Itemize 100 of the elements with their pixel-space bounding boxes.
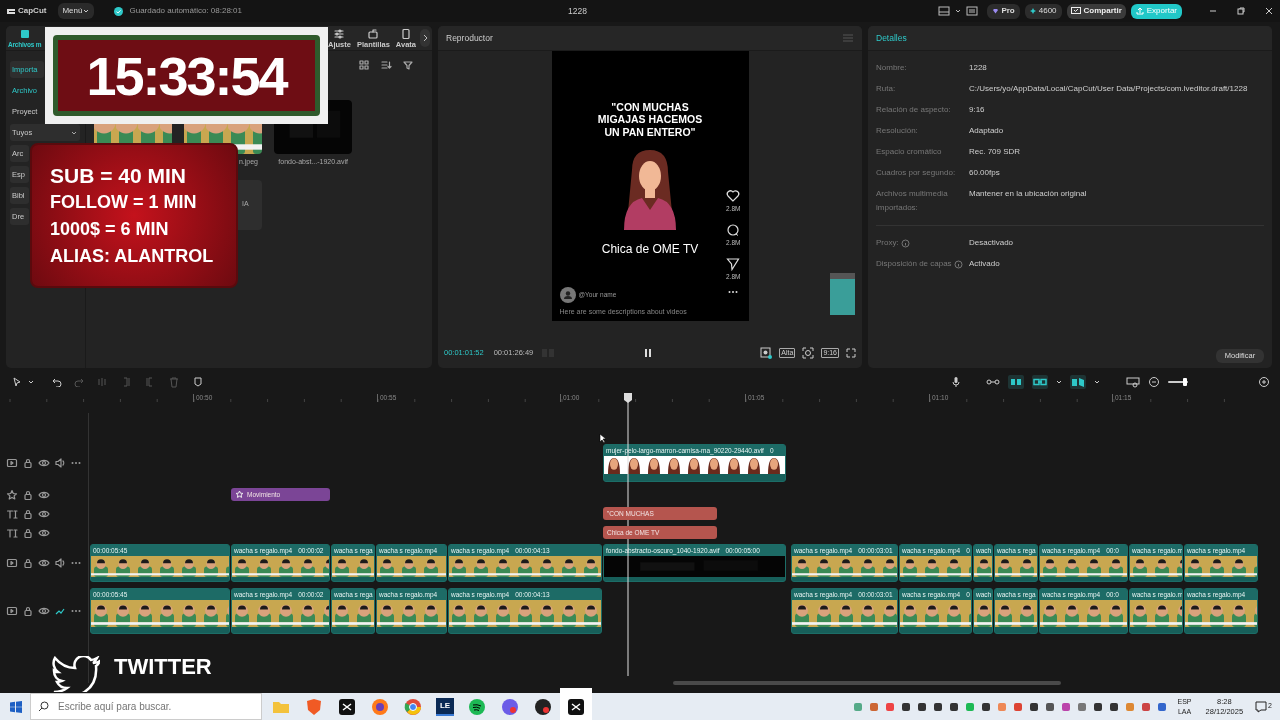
detail-value: Mantener en la ubicación original [969,188,1087,200]
slider-thumb[interactable] [1183,378,1187,386]
avatar-icon [559,286,576,303]
undo-icon[interactable] [52,377,62,387]
sliders-icon [333,27,346,40]
project-title: 1228 [568,4,587,18]
speaker-icon[interactable] [54,457,66,469]
autosave-status: Guardado automático: 08:28:01 [129,5,242,17]
caret-icon[interactable] [28,379,34,385]
lock-icon[interactable] [22,557,34,569]
detail-label: Disposición de capas [876,258,952,270]
panel-title: Reproductor [446,31,493,45]
rule-text: SUB = 40 MIN [50,162,187,189]
sparkle-icon [1029,8,1036,14]
sort-icon[interactable] [380,59,392,71]
eye-icon[interactable] [38,457,50,469]
layout-icon[interactable] [938,6,951,16]
snapshot-icon[interactable] [760,347,773,359]
text-icon [6,526,18,539]
redo-icon[interactable] [74,377,84,387]
speaker-icon[interactable] [54,557,66,569]
text-icon [6,507,18,520]
tray-icon[interactable] [1155,700,1168,713]
caret-icon[interactable] [955,8,962,14]
zoom-out-icon[interactable] [1148,376,1160,388]
caret-icon[interactable] [1094,379,1100,385]
detail-label: Ruta: [876,83,896,95]
zoom-in-icon[interactable] [1258,376,1270,388]
music-icon[interactable] [467,696,487,717]
record-icon[interactable] [533,696,553,717]
detail-label: Proxy: [876,237,899,249]
panel-icon[interactable] [966,6,979,16]
app-icon[interactable]: LE [436,697,454,716]
detail-value: Desactivado [969,237,1014,249]
notification-icon[interactable] [1255,700,1268,713]
detail-value: 1228 [969,62,987,74]
filter-icon[interactable] [402,59,414,71]
focus-icon[interactable] [802,347,815,359]
fullscreen-icon[interactable] [846,348,856,358]
video-track-icon [6,557,18,569]
search-icon [38,701,49,712]
detail-label: Relación de aspecto: [876,104,951,116]
start-icon[interactable] [10,700,22,713]
app-name: CapCut [18,5,47,17]
menu-button[interactable]: Menú [58,3,95,19]
portrait-icon [399,27,412,40]
eye-icon[interactable] [38,605,50,617]
lock-icon[interactable] [22,488,34,501]
rule-text: ALIAS: ALANTROL [50,244,215,268]
eye-icon[interactable] [38,557,50,569]
chain-icon[interactable] [1033,376,1047,388]
screen-icon [1070,7,1081,15]
pro-button[interactable]: Pro [987,3,1020,19]
detail-value: Adaptado [969,125,1004,137]
pointer-icon[interactable] [12,377,22,387]
tray-icon[interactable] [899,700,912,713]
tray-icon[interactable] [947,700,960,713]
restore-icon[interactable] [1236,6,1246,16]
countdown-timer: 15:33:54 [86,48,287,103]
magnet-icon[interactable] [1009,376,1023,388]
rule-text: FOLLOW = 1 MIN [50,190,198,214]
shield-icon[interactable] [304,696,324,717]
fit-icon[interactable] [1126,376,1140,388]
bird-icon [52,656,100,692]
effect-icon [6,488,18,501]
tray-icon[interactable] [931,700,944,713]
video-track-icon [6,605,18,617]
horizontal-scrollbar[interactable] [673,681,1061,685]
microphone-icon[interactable] [950,376,962,388]
gem-icon [992,8,1000,14]
tray-icon[interactable] [1091,700,1104,713]
detail-label: Nombre: [876,62,907,74]
preview-axis-icon[interactable] [1071,376,1085,388]
caret-icon [82,7,91,15]
caption-text: Chica de OME TV [601,240,699,258]
tray-icon[interactable] [1043,700,1056,713]
comment-icon [726,222,741,237]
lock-icon[interactable] [22,457,34,469]
chevron-right-icon [422,34,428,42]
lock-icon[interactable] [22,507,34,520]
tray-icon[interactable] [979,700,992,713]
share-button[interactable]: Compartir [1066,3,1126,19]
scroll-right-button[interactable] [420,29,430,47]
zoom-slider[interactable] [1168,378,1188,386]
tray-icon[interactable] [915,700,928,713]
detail-value: C:/Users/yo/AppData/Local/CapCut/User Data/Projects/com.lveditor.draft/1228 [969,83,1248,95]
lock-icon[interactable] [22,526,34,539]
search-field[interactable]: Escribe aquí para buscar. [30,693,262,720]
caret-icon[interactable] [1056,379,1062,385]
close-icon[interactable] [1264,6,1274,16]
tray-icon[interactable] [1107,700,1120,713]
link-icon[interactable] [986,376,1000,388]
template-icon [367,27,380,40]
grid-icon[interactable] [358,59,370,71]
detail-value: 60.00fps [969,167,1000,179]
tray-icon[interactable] [1027,700,1040,713]
credits-button[interactable]: 4600 [1024,3,1062,19]
effect-icon [235,490,244,499]
marker-icon[interactable] [192,376,204,388]
lock-icon[interactable] [22,605,34,617]
